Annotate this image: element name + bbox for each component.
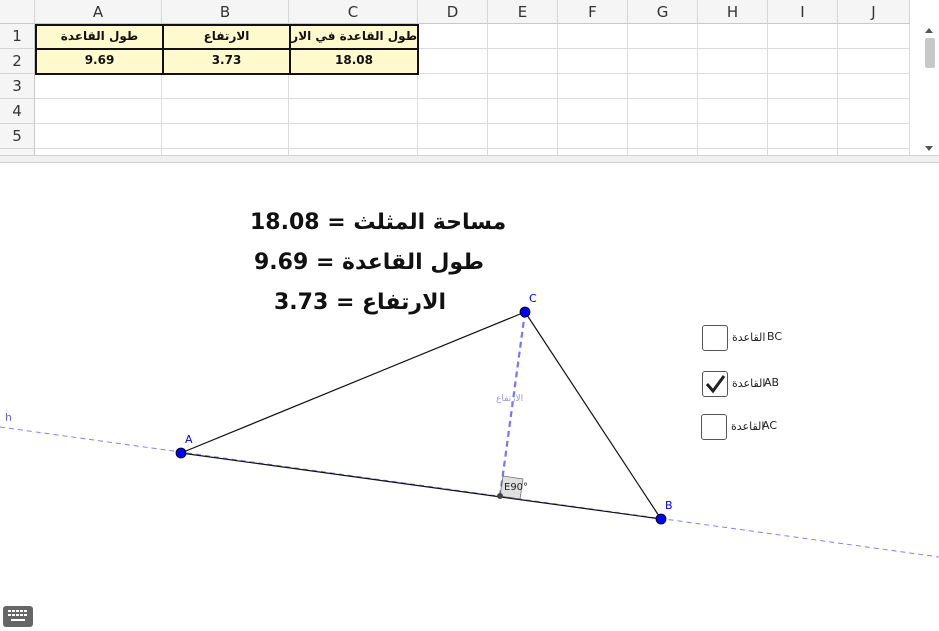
- checkbox-segment: AC: [762, 419, 778, 432]
- column-header-c[interactable]: C: [289, 0, 418, 24]
- checkbox-label: القاعدة: [731, 420, 765, 433]
- column-header-a[interactable]: A: [35, 0, 162, 24]
- point-b-label: B: [665, 499, 673, 512]
- column-header-g[interactable]: G: [628, 0, 698, 24]
- column-header-e[interactable]: E: [488, 0, 558, 24]
- column-header-h[interactable]: H: [698, 0, 768, 24]
- point-c[interactable]: [519, 306, 531, 318]
- grid-line: [487, 24, 488, 155]
- grid-line: [697, 24, 698, 155]
- checkbox-segment: AB: [764, 376, 780, 389]
- checkbox-box[interactable]: [702, 325, 728, 351]
- column-header-j[interactable]: J: [838, 0, 910, 24]
- grid-line: [767, 24, 768, 155]
- scroll-thumb[interactable]: [925, 38, 935, 68]
- segment-ab[interactable]: [180, 452, 662, 520]
- height-segment[interactable]: [498, 311, 527, 497]
- spreadsheet-view: A B C D E F G H I J 1 2 3 4 5 6 طول القا…: [0, 0, 939, 155]
- row-header-1[interactable]: 1: [0, 24, 35, 49]
- scroll-up-arrow-icon[interactable]: [925, 28, 933, 33]
- point-a-label: A: [185, 433, 193, 446]
- grid-line: [909, 24, 910, 155]
- point-b[interactable]: [655, 513, 667, 525]
- cell-c1[interactable]: طول القاعدة في الارتفاع: [289, 24, 419, 50]
- column-header-b[interactable]: B: [162, 0, 289, 24]
- column-header-i[interactable]: I: [768, 0, 838, 24]
- checkbox-box[interactable]: [702, 371, 728, 397]
- segment-bc[interactable]: [524, 311, 662, 520]
- scroll-down-arrow-icon[interactable]: [925, 146, 933, 151]
- angle-label: E90°: [504, 482, 528, 493]
- column-header-f[interactable]: F: [558, 0, 628, 24]
- cell-a2[interactable]: 9.69: [35, 48, 164, 75]
- spreadsheet-scrollbar[interactable]: [921, 24, 939, 155]
- grid-line: [35, 98, 910, 99]
- row-header-5[interactable]: 5: [0, 124, 35, 149]
- base-equation[interactable]: طول القاعدة = 9.69: [254, 250, 484, 275]
- cell-c2[interactable]: 18.08: [289, 48, 419, 75]
- grid-line: [35, 148, 910, 149]
- grid-line: [837, 24, 838, 155]
- point-c-label: C: [529, 292, 537, 305]
- column-header-d[interactable]: D: [418, 0, 488, 24]
- height-equation[interactable]: الارتفاع = 3.73: [274, 290, 446, 315]
- cell-b2[interactable]: 3.73: [162, 48, 291, 75]
- view-splitter[interactable]: [0, 155, 939, 163]
- cell-b1[interactable]: الارتفاع: [162, 24, 291, 50]
- row-header-2[interactable]: 2: [0, 49, 35, 74]
- segment-ac[interactable]: [180, 311, 526, 454]
- checkmark-icon: [705, 375, 726, 394]
- checkbox-segment: BC: [767, 330, 783, 343]
- row-header-4[interactable]: 4: [0, 99, 35, 124]
- foot-point[interactable]: [497, 493, 503, 499]
- row-header-3[interactable]: 3: [0, 74, 35, 99]
- keyboard-button[interactable]: [3, 606, 33, 627]
- checkbox-base-bc[interactable]: القاعدة BC: [702, 325, 792, 353]
- checkbox-base-ab[interactable]: القاعدة AB: [702, 371, 792, 399]
- checkbox-label: القاعدة: [732, 331, 766, 344]
- line-h-label: h: [5, 411, 12, 424]
- area-equation[interactable]: مساحة المثلث = 18.08: [250, 210, 506, 235]
- checkbox-base-ac[interactable]: القاعدة AC: [701, 414, 791, 442]
- line-h[interactable]: [0, 426, 939, 558]
- cell-a1[interactable]: طول القاعدة: [35, 24, 164, 50]
- grid-line: [557, 24, 558, 155]
- grid-line: [35, 123, 910, 124]
- checkbox-label: القاعدة: [732, 377, 766, 390]
- point-a[interactable]: [175, 447, 187, 459]
- corner-header: [0, 0, 35, 24]
- keyboard-icon: [8, 610, 28, 623]
- checkbox-box[interactable]: [701, 414, 727, 440]
- grid-line: [627, 24, 628, 155]
- height-label: الارتفاع: [496, 394, 523, 404]
